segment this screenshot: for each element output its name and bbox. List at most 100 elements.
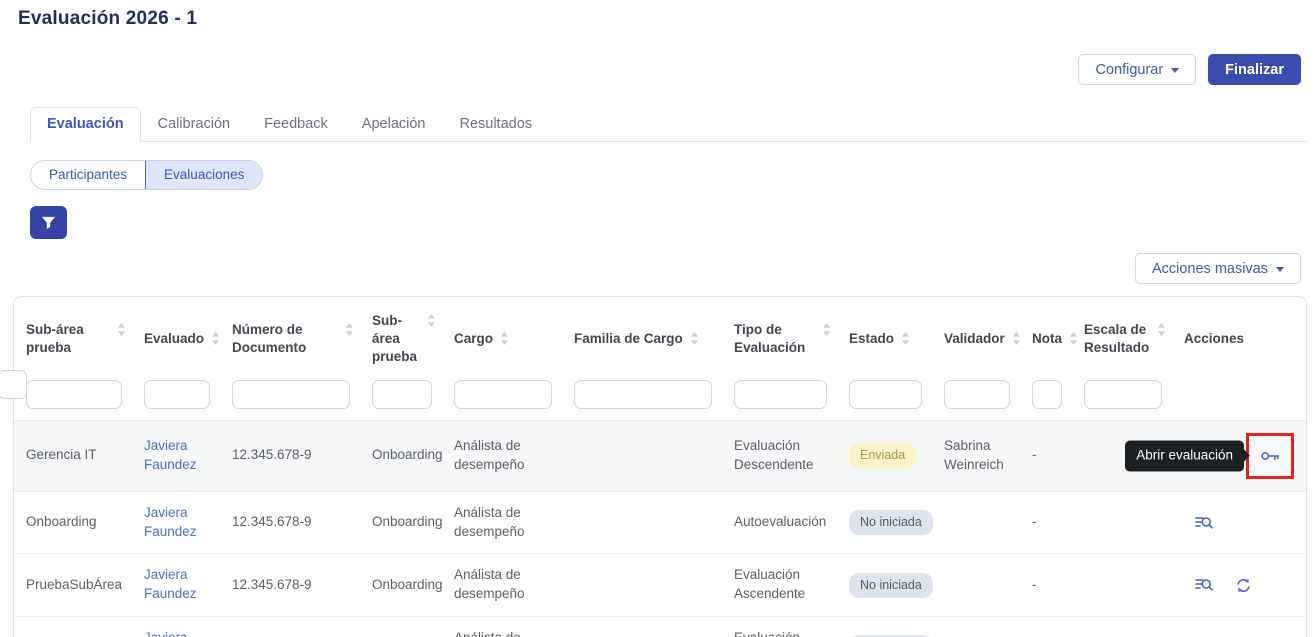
column-header-sub-area-prueba-2[interactable]: Sub-área prueba (360, 297, 442, 380)
refresh-icon (1234, 576, 1253, 595)
configure-button[interactable]: Configurar (1078, 54, 1196, 85)
sort-icon[interactable] (211, 331, 220, 346)
column-label: Nota (1032, 330, 1062, 348)
bulk-actions-button[interactable]: Acciones masivas (1135, 253, 1301, 284)
cell-validador (932, 554, 1020, 617)
sort-icon[interactable] (1157, 322, 1166, 337)
cell-sub-area-prueba: PruebaSubÁrea (14, 554, 132, 617)
cell-familia-de-cargo (562, 420, 722, 491)
status-badge: Enviada (849, 443, 916, 469)
filter-input-tipo-de-evaluacion[interactable] (734, 380, 827, 409)
filter-input-sub-area-prueba-2[interactable] (372, 380, 432, 409)
sort-icon[interactable] (117, 322, 126, 337)
table-header-row: Sub-área prueba Evaluado Número de Docum… (14, 297, 1306, 380)
sort-icon[interactable] (690, 331, 699, 346)
column-header-tipo-de-evaluacion[interactable]: Tipo de Evaluación (722, 297, 837, 380)
cell-sub-area-prueba-2: Onboarding (360, 554, 442, 617)
filter-input-validador[interactable] (944, 380, 1010, 409)
column-label: Familia de Cargo (574, 330, 683, 348)
tab-feedback[interactable]: Feedback (247, 107, 345, 142)
cell-cargo: Análista de desempeño (442, 491, 562, 554)
key-icon (1259, 445, 1281, 467)
chevron-down-icon (1171, 68, 1179, 73)
finalize-button-label: Finalizar (1225, 62, 1284, 78)
cell-familia-de-cargo (562, 617, 722, 637)
column-header-escala-de-resultado[interactable]: Escala de Resultado (1072, 297, 1172, 380)
column-header-numero-documento[interactable]: Número de Documento (220, 297, 360, 380)
filter-input-escala-de-resultado[interactable] (1084, 380, 1162, 409)
cell-cargo: Análista de desempeño (442, 617, 562, 637)
tooltip-text: Abrir evaluación (1136, 447, 1233, 462)
cell-validador: Sabrina Weinreich (932, 420, 1020, 491)
table-row: Onboarding Javiera Faundez 12.345.678-9 … (14, 491, 1306, 554)
filter-input-evaluado[interactable] (144, 380, 210, 409)
column-header-cargo[interactable]: Cargo (442, 297, 562, 380)
cell-sub-area-prueba: Onboarding (14, 491, 132, 554)
reset-evaluation-button[interactable] (1232, 574, 1255, 597)
column-header-evaluado[interactable]: Evaluado (132, 297, 220, 380)
sort-icon[interactable] (500, 331, 509, 346)
column-header-sub-area-prueba[interactable]: Sub-área prueba (14, 297, 132, 380)
annotation-highlight-box (1246, 433, 1294, 479)
cell-tipo-de-evaluacion: Evaluación Descendente (722, 420, 837, 491)
cell-numero-documento: 12.345.678-9 (220, 554, 360, 617)
cell-nota: - (1020, 491, 1072, 554)
sort-icon[interactable] (901, 331, 910, 346)
header-actions: Configurar Finalizar (0, 54, 1301, 85)
toggle-participantes[interactable]: Participantes (31, 161, 145, 189)
configure-button-label: Configurar (1095, 62, 1163, 78)
column-header-nota[interactable]: Nota (1020, 297, 1072, 380)
funnel-icon (41, 215, 56, 230)
sort-icon[interactable] (427, 313, 436, 328)
cell-tipo-de-evaluacion: Autoevaluación (722, 491, 837, 554)
column-label: Validador (944, 330, 1005, 348)
tab-evaluacion[interactable]: Evaluación (30, 107, 141, 142)
cell-sub-area-prueba-2: Onboarding (360, 617, 442, 637)
column-label: Tipo de Evaluación (734, 321, 815, 357)
column-label: Estado (849, 330, 894, 348)
column-label: Cargo (454, 330, 493, 348)
view-evaluation-button[interactable] (1192, 511, 1216, 535)
view-evaluation-button[interactable] (1192, 573, 1216, 597)
sort-icon[interactable] (822, 322, 831, 337)
column-label: Acciones (1184, 330, 1244, 348)
tab-resultados[interactable]: Resultados (442, 107, 549, 142)
sort-icon[interactable] (345, 322, 354, 337)
cell-tipo-de-evaluacion: Evaluación Ascendente (722, 554, 837, 617)
open-evaluation-button[interactable] (1257, 443, 1283, 469)
evaluado-link[interactable]: Javiera Faundez (144, 567, 197, 601)
sort-icon[interactable] (1069, 331, 1078, 346)
table-row: PruebaSubÁrea Javiera Faundez 12.345.678… (14, 554, 1306, 617)
filter-input-familia-de-cargo[interactable] (574, 380, 712, 409)
filter-input-estado[interactable] (849, 380, 922, 409)
cell-tipo-de-evaluacion: Evaluación Paralela (722, 617, 837, 637)
evaluado-link[interactable]: Javiera Faundez (144, 438, 197, 472)
tab-apelacion[interactable]: Apelación (345, 107, 443, 142)
column-header-validador[interactable]: Validador (932, 297, 1020, 380)
bulk-actions-row: Acciones masivas (0, 253, 1301, 284)
toggle-evaluaciones[interactable]: Evaluaciones (145, 161, 262, 189)
sort-icon[interactable] (1012, 331, 1021, 346)
column-header-acciones: Acciones (1172, 297, 1306, 380)
finalize-button[interactable]: Finalizar (1208, 54, 1301, 85)
evaluado-link[interactable]: Javiera Faundez (144, 630, 197, 637)
column-label: Sub-área prueba (372, 312, 420, 367)
cell-escala-de-resultado (1072, 491, 1172, 554)
cell-sub-area-prueba-2: Onboarding (360, 491, 442, 554)
table-row: Gerencia IT Javiera Faundez 12.345.678-9… (14, 420, 1306, 491)
filter-input-cargo[interactable] (454, 380, 552, 409)
tooltip-abrir-evaluacion: Abrir evaluación (1125, 440, 1244, 471)
cell-sub-area-prueba: Talento (14, 617, 132, 637)
filter-input-numero-documento[interactable] (232, 380, 350, 409)
filter-input-nota[interactable] (1032, 380, 1062, 409)
cell-escala-de-resultado (1072, 617, 1172, 637)
column-header-familia-de-cargo[interactable]: Familia de Cargo (562, 297, 722, 380)
evaluado-link[interactable]: Javiera Faundez (144, 505, 197, 539)
column-header-estado[interactable]: Estado (837, 297, 932, 380)
tab-calibracion[interactable]: Calibración (141, 107, 248, 142)
filter-button[interactable] (30, 206, 67, 239)
filter-input-clipped[interactable] (0, 370, 27, 399)
cell-familia-de-cargo (562, 491, 722, 554)
cell-numero-documento: 12.345.678-9 (220, 491, 360, 554)
filter-input-sub-area-prueba[interactable] (26, 380, 122, 409)
